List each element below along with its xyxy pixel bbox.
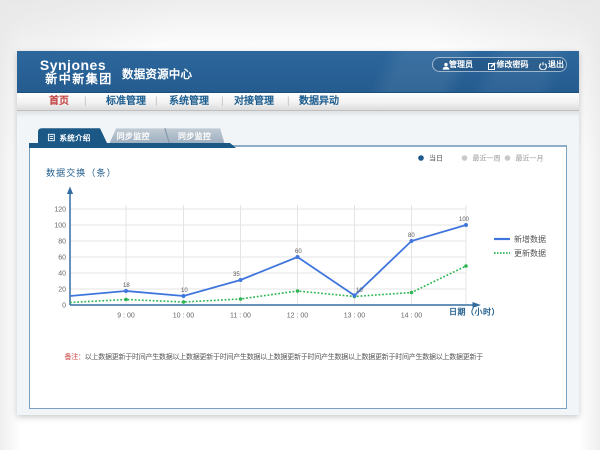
svg-text:10: 10 bbox=[356, 288, 363, 294]
svg-text:系统介绍: 系统介绍 bbox=[60, 133, 91, 143]
svg-text:60: 60 bbox=[295, 249, 302, 255]
svg-text:14 : 00: 14 : 00 bbox=[401, 313, 423, 320]
svg-text:13 : 00: 13 : 00 bbox=[344, 313, 366, 320]
svg-text:35: 35 bbox=[233, 272, 240, 278]
svg-text:10: 10 bbox=[181, 288, 188, 294]
svg-text:60: 60 bbox=[58, 255, 66, 262]
svg-text:12 : 00: 12 : 00 bbox=[287, 313, 309, 320]
svg-text:18: 18 bbox=[123, 283, 130, 289]
svg-text:9 : 00: 9 : 00 bbox=[117, 313, 135, 320]
svg-text:同步监控: 同步监控 bbox=[117, 131, 150, 141]
svg-text:100: 100 bbox=[54, 223, 66, 230]
svg-text:40: 40 bbox=[58, 271, 66, 278]
svg-text:0: 0 bbox=[62, 303, 66, 310]
svg-text:新增数据: 新增数据 bbox=[514, 234, 546, 244]
svg-text:20: 20 bbox=[58, 287, 66, 294]
svg-text:11 : 00: 11 : 00 bbox=[230, 313, 251, 320]
svg-text:80: 80 bbox=[58, 239, 66, 246]
svg-text:120: 120 bbox=[54, 207, 66, 214]
svg-text:100: 100 bbox=[459, 217, 470, 223]
svg-text:更新数据: 更新数据 bbox=[514, 248, 546, 258]
svg-text:同步监控: 同步监控 bbox=[178, 131, 211, 141]
svg-text:80: 80 bbox=[408, 233, 415, 239]
svg-text:日期（小时）: 日期（小时） bbox=[449, 307, 500, 317]
svg-text:10 : 00: 10 : 00 bbox=[173, 313, 195, 320]
